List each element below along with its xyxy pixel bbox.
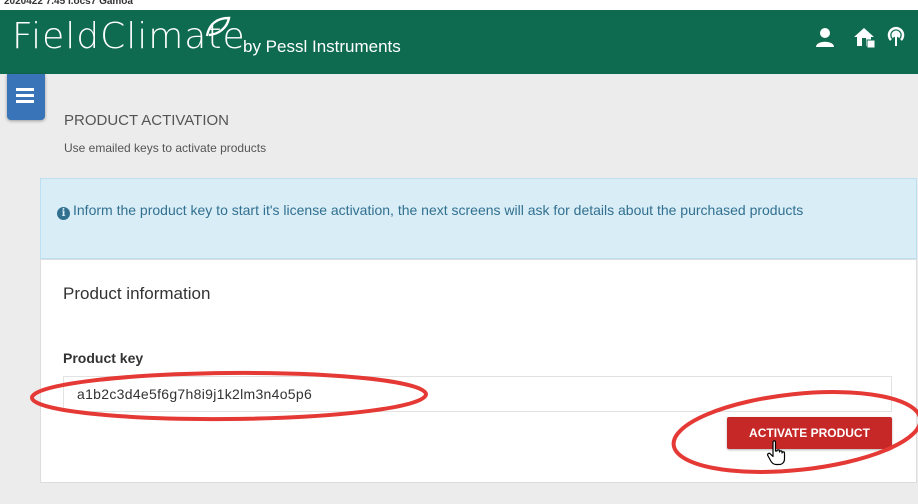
product-key-label: Product key (63, 350, 144, 366)
activate-product-button[interactable]: ACTIVATE PRODUCT (727, 417, 892, 449)
home-station-icon[interactable] (852, 25, 876, 49)
hand-cursor-icon (767, 440, 786, 466)
product-key-input[interactable] (63, 376, 892, 412)
hamburger-icon[interactable] (7, 74, 45, 120)
top-navbar: 2020422 7.45 I.ocs7 Gamoa FieldClimate b… (0, 0, 918, 74)
top-strip (0, 0, 918, 10)
brand-tagline: by Pessl Instruments (243, 37, 401, 56)
info-text: Inform the product key to start it's lic… (73, 202, 804, 218)
section-title: Product information (63, 284, 211, 303)
leaf-icon (205, 16, 231, 37)
breadcrumb: 2020422 7.45 I.ocs7 Gamoa (4, 0, 133, 7)
user-icon[interactable] (813, 25, 837, 49)
info-circle-icon: i (57, 207, 70, 220)
page-subtitle: Use emailed keys to activate products (64, 141, 267, 155)
info-alert: i Inform the product key to start it's li… (40, 178, 917, 259)
signal-icon[interactable] (884, 25, 908, 49)
page-title: PRODUCT ACTIVATION (64, 112, 230, 129)
